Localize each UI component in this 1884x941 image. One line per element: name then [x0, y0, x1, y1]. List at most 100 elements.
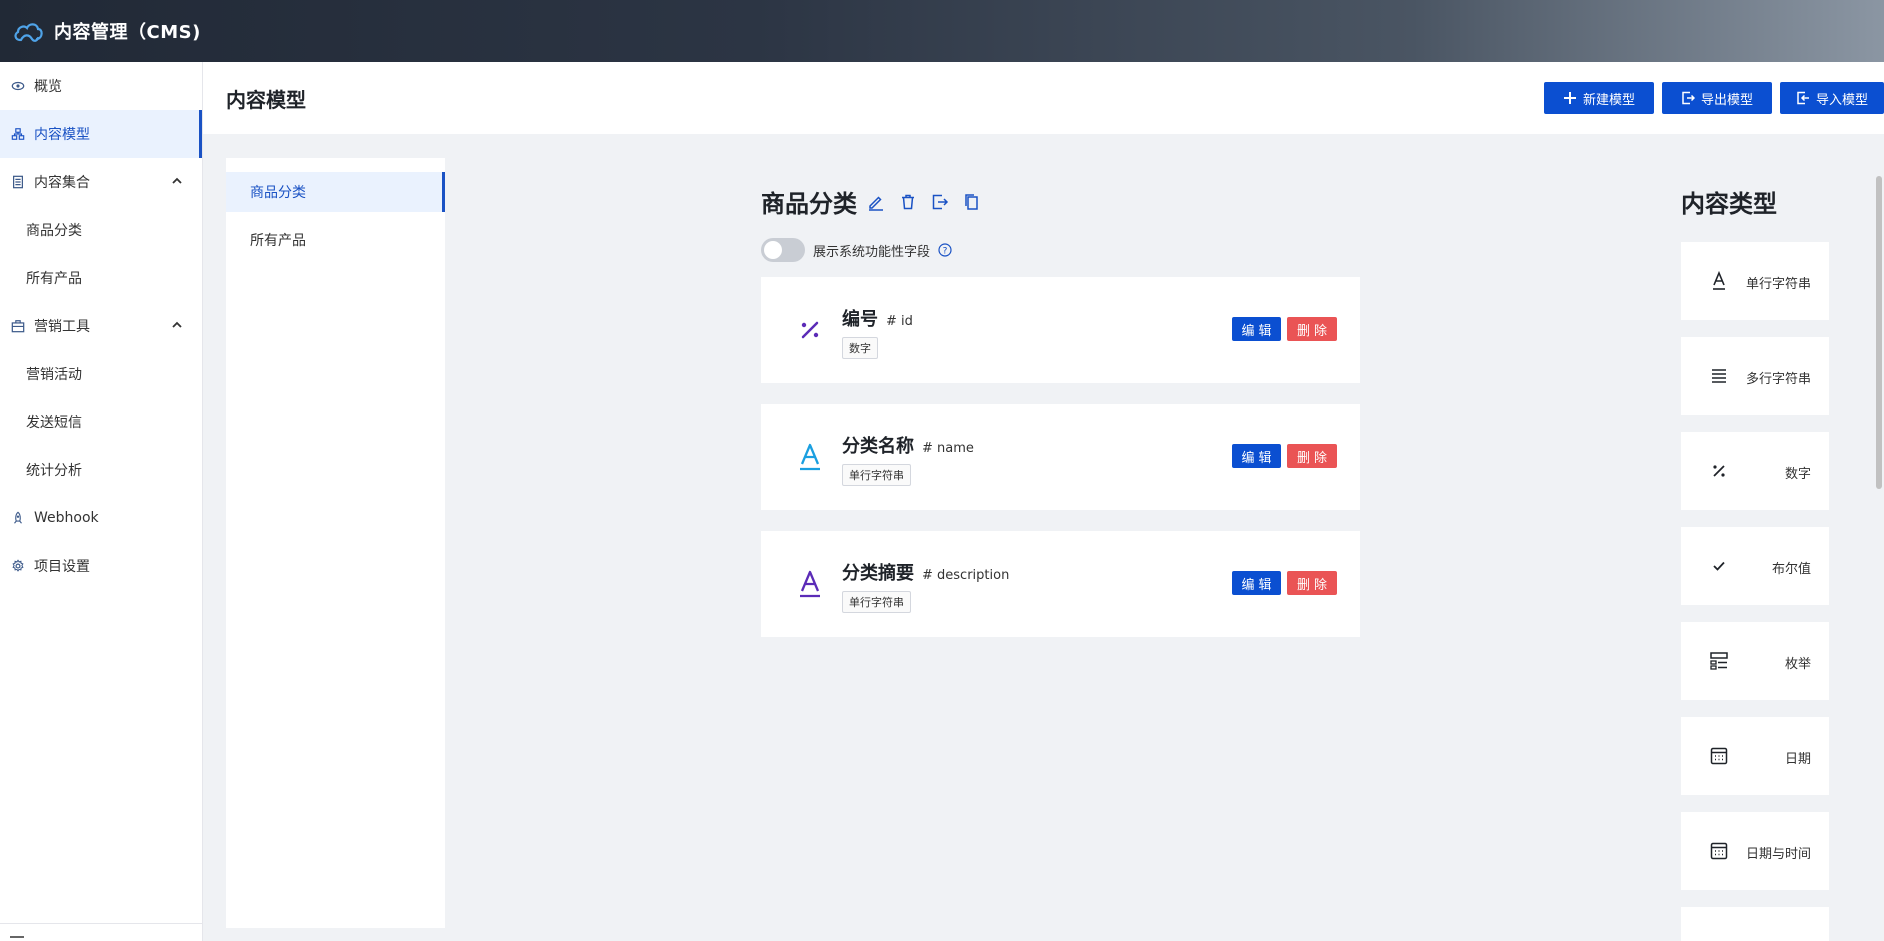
content-types-title: 内容类型	[1681, 190, 1777, 218]
field-type-tag: 单行字符串	[842, 591, 911, 613]
delete-field-button[interactable]: 删除	[1287, 317, 1337, 341]
enum-icon	[1710, 652, 1728, 670]
import-model-label: 导入模型	[1815, 92, 1868, 108]
field-name: 编号 # id	[842, 309, 913, 330]
content-type-label: 日期	[1784, 752, 1811, 767]
content-type-label: 日期与时间	[1745, 847, 1811, 862]
sidebar-item-webhook[interactable]: Webhook	[0, 494, 202, 542]
cloud-logo-icon	[14, 23, 43, 42]
export-icon	[1682, 91, 1695, 105]
gear-icon	[10, 558, 26, 574]
sidebar-collapse-toggle[interactable]	[0, 923, 202, 941]
system-fields-toggle-row: 展示系统功能性字段 ?	[761, 238, 952, 262]
content-type-date[interactable]: 日期	[1681, 717, 1829, 795]
sidebar-subitem-send-sms[interactable]: 发送短信	[0, 398, 202, 446]
edit-icon[interactable]	[867, 193, 885, 211]
export-model-label: 导出模型	[1700, 92, 1753, 108]
copy-icon[interactable]	[963, 193, 981, 211]
top-bar: 内容管理（CMS)	[0, 0, 1884, 62]
export-model-button[interactable]: 导出模型	[1662, 82, 1772, 114]
field-card-description: 分类摘要 # description 单行字符串 编辑 删除	[761, 531, 1360, 637]
content-type-label: 数字	[1784, 467, 1811, 482]
chevron-up-icon[interactable]	[170, 174, 184, 188]
content-type-label: 枚举	[1784, 657, 1811, 672]
plus-icon	[1563, 92, 1576, 104]
eye-icon	[10, 78, 26, 94]
edit-field-button[interactable]: 编辑	[1232, 317, 1281, 341]
text-a-icon	[800, 570, 820, 598]
sidebar-subitem-marketing-campaigns[interactable]: 营销活动	[0, 350, 202, 398]
briefcase-icon	[10, 318, 26, 334]
collection-icon	[10, 174, 26, 190]
model-item-all-products[interactable]: 所有产品	[226, 220, 445, 260]
new-model-button[interactable]: 新建模型	[1544, 82, 1654, 114]
import-icon	[1797, 91, 1809, 105]
sidebar-subitem-statistics[interactable]: 统计分析	[0, 446, 202, 494]
edit-field-button[interactable]: 编辑	[1232, 571, 1281, 595]
field-key: # id	[886, 314, 913, 329]
sidebar-item-content-model[interactable]: 内容模型	[0, 110, 202, 158]
field-key: # name	[922, 441, 974, 456]
field-type-tag: 数字	[842, 337, 878, 359]
field-card-name: 分类名称 # name 单行字符串 编辑 删除	[761, 404, 1360, 510]
field-type-tag: 单行字符串	[842, 464, 911, 486]
sidebar-item-label: 内容集合	[34, 175, 90, 191]
rocket-icon	[10, 510, 26, 526]
import-model-button[interactable]: 导入模型	[1780, 82, 1884, 114]
content-type-boolean[interactable]: 布尔值	[1681, 527, 1829, 605]
content-scrollbar[interactable]	[1874, 158, 1884, 941]
sidebar-item-overview[interactable]: 概览	[0, 62, 202, 110]
edit-field-button[interactable]: 编辑	[1232, 444, 1281, 468]
model-icon	[10, 126, 26, 142]
field-card-id: 编号 # id 数字 编辑 删除	[761, 277, 1360, 383]
model-heading: 商品分类	[761, 184, 995, 219]
field-name: 分类名称 # name	[842, 436, 974, 457]
app-title: 内容管理（CMS)	[54, 22, 201, 43]
sidebar-item-label: 概览	[34, 79, 62, 95]
sidebar-item-label: 内容模型	[34, 127, 90, 143]
content-type-label: 多行字符串	[1745, 372, 1811, 387]
help-icon[interactable]: ?	[938, 243, 952, 257]
menu-icon	[10, 936, 24, 938]
sidebar-item-content-collection[interactable]: 内容集合	[0, 158, 202, 206]
content-type-single-line[interactable]: 单行字符串	[1681, 242, 1829, 320]
sidebar-item-project-settings[interactable]: 项目设置	[0, 542, 202, 590]
percent-icon	[1713, 465, 1725, 477]
new-model-label: 新建模型	[1582, 92, 1635, 108]
page-title: 内容模型	[226, 88, 306, 112]
page-header: 内容模型 新建模型 导出模型 导入模型	[203, 62, 1884, 134]
export-icon[interactable]	[931, 193, 949, 211]
content-type-label: 单行字符串	[1745, 277, 1811, 292]
check-icon	[1713, 561, 1725, 571]
field-name: 分类摘要 # description	[842, 563, 1010, 584]
delete-field-button[interactable]: 删除	[1287, 444, 1337, 468]
svg-text:?: ?	[943, 247, 948, 257]
content-type-number[interactable]: 数字	[1681, 432, 1829, 510]
content-type-enum[interactable]: 枚举	[1681, 622, 1829, 700]
trash-icon[interactable]	[899, 193, 917, 211]
calendar-time-icon	[1710, 842, 1728, 860]
content-type-datetime[interactable]: 日期与时间	[1681, 812, 1829, 890]
sidebar-item-label: 营销工具	[34, 319, 90, 335]
sidebar-item-label: Webhook	[34, 510, 99, 526]
sidebar-item-label: 项目设置	[34, 559, 90, 575]
model-list: 商品分类 所有产品	[226, 158, 445, 928]
field-key: # description	[922, 568, 1010, 583]
sidebar-subitem-all-products[interactable]: 所有产品	[0, 254, 202, 302]
calendar-icon	[1710, 747, 1728, 765]
delete-field-button[interactable]: 删除	[1287, 571, 1337, 595]
text-a-icon	[1713, 271, 1725, 290]
sidebar: 概览 内容模型 内容集合 商品分类 所有产品 营销工具 营销活动 发送短信 统计…	[0, 62, 203, 941]
content-type-more[interactable]	[1681, 907, 1829, 941]
model-item-product-category[interactable]: 商品分类	[226, 172, 445, 212]
content-type-multi-line[interactable]: 多行字符串	[1681, 337, 1829, 415]
system-fields-label: 展示系统功能性字段	[813, 244, 931, 260]
text-a-icon	[800, 443, 820, 471]
lines-icon	[1712, 369, 1726, 383]
sidebar-item-marketing-tools[interactable]: 营销工具	[0, 302, 202, 350]
scrollbar-thumb[interactable]	[1876, 176, 1882, 489]
sidebar-subitem-product-category[interactable]: 商品分类	[0, 206, 202, 254]
system-fields-switch[interactable]	[761, 238, 805, 262]
chevron-up-icon[interactable]	[170, 318, 184, 332]
percent-icon	[801, 321, 819, 339]
